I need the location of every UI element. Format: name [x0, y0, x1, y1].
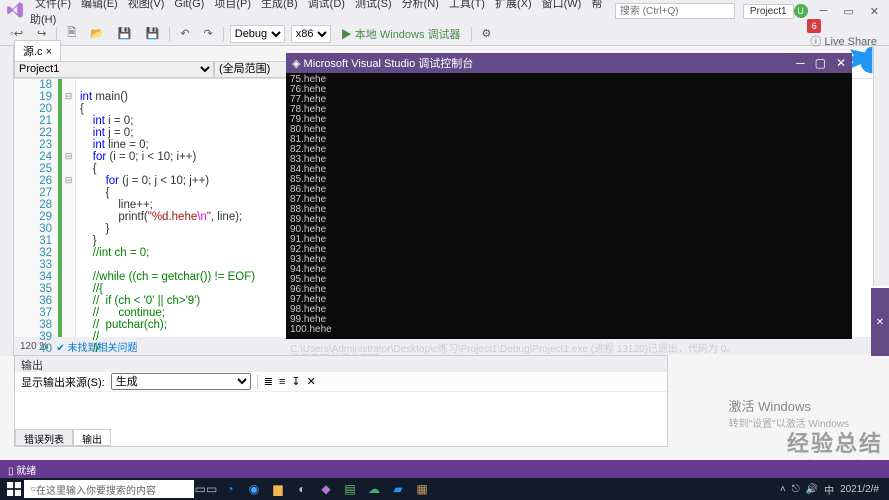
right-collapsed-panel[interactable]: ✕: [871, 288, 889, 356]
nav-project-select[interactable]: Project1: [14, 61, 214, 78]
window-restore-icon[interactable]: ▭: [839, 5, 857, 18]
output-panel-title: 输出: [15, 356, 667, 372]
app-browser-icon[interactable]: ◉: [242, 479, 266, 499]
console-body[interactable]: 75.hehe76.hehe77.hehe78.hehe79.hehe80.he…: [286, 73, 852, 367]
menu-item[interactable]: 调试(D): [303, 0, 350, 10]
vs-logo-icon: [6, 1, 30, 22]
app-notepad-icon[interactable]: ▤: [338, 479, 362, 499]
menu-item[interactable]: 窗口(W): [537, 0, 587, 10]
app-vs-icon[interactable]: ◆: [314, 479, 338, 499]
app-paint-icon[interactable]: ▦: [410, 479, 434, 499]
menu-item[interactable]: Git(G): [169, 0, 209, 10]
menu-item[interactable]: 项目(P): [209, 0, 256, 10]
tray-up-icon[interactable]: ˄: [780, 484, 786, 495]
start-button[interactable]: [4, 479, 24, 499]
save-all-icon[interactable]: 💾: [142, 26, 164, 41]
right-rail[interactable]: [873, 46, 889, 286]
left-rail[interactable]: [0, 46, 14, 356]
console-min-icon[interactable]: ─: [796, 56, 805, 70]
tab-error-list[interactable]: 错误列表: [15, 429, 73, 446]
status-ready: ▯ 就绪: [8, 462, 36, 477]
menu-item[interactable]: 文件(F): [30, 0, 76, 10]
output-tool-icon[interactable]: ≣: [264, 375, 273, 388]
menu-bar: 文件(F)编辑(E)视图(V)Git(G)项目(P)生成(B)调试(D)测试(S…: [0, 0, 889, 22]
menu-item[interactable]: 测试(S): [350, 0, 397, 10]
tray-vol-icon[interactable]: 🔊: [806, 484, 818, 495]
save-icon[interactable]: 💾: [114, 26, 136, 41]
menu-item[interactable]: 扩展(X): [490, 0, 537, 10]
output-tool-icon[interactable]: ≡: [279, 376, 285, 388]
app-folder-icon[interactable]: ▆: [266, 479, 290, 499]
taskbar-search[interactable]: ○ 在这里输入你要搜索的内容: [24, 480, 194, 498]
debug-console-window: ◈ Microsoft Visual Studio 调试控制台 ─ ▢ ✕ 75…: [286, 53, 852, 339]
undo-icon[interactable]: ↶: [176, 26, 193, 41]
avatar[interactable]: U: [794, 4, 808, 18]
output-tool-icon[interactable]: ↧: [291, 375, 300, 388]
tray-date[interactable]: 2021/2/#: [840, 484, 879, 495]
redo-icon[interactable]: ↷: [200, 26, 217, 41]
app-wechat-icon[interactable]: ☁: [362, 479, 386, 499]
app-bird-icon[interactable]: ▰: [386, 479, 410, 499]
tray-ime-icon[interactable]: 中: [824, 482, 834, 497]
notification-badge[interactable]: 6: [807, 19, 821, 33]
project-tag[interactable]: Project1: [743, 4, 794, 19]
activate-windows-watermark: 激活 Windows 转到"设置"以激活 Windows: [729, 396, 849, 430]
misc-tool-icon[interactable]: ⚙: [478, 26, 496, 41]
menu-item[interactable]: 分析(N): [397, 0, 444, 10]
output-source-select[interactable]: 生成: [111, 373, 251, 390]
file-tab[interactable]: 源.c ×: [14, 40, 61, 61]
console-close-icon[interactable]: ✕: [836, 56, 846, 70]
window-minimize-icon[interactable]: ─: [816, 5, 832, 17]
app-chrome-icon[interactable]: ◐: [290, 479, 314, 499]
search-input[interactable]: [615, 3, 735, 19]
console-vs-icon: ◈: [292, 57, 300, 70]
menu-item[interactable]: 编辑(E): [76, 0, 123, 10]
console-title: Microsoft Visual Studio 调试控制台: [304, 55, 474, 71]
status-bar: ▯ 就绪: [0, 460, 889, 478]
tray-wifi-icon[interactable]: ⎋: [792, 484, 800, 495]
menu-item[interactable]: 视图(V): [123, 0, 170, 10]
open-icon[interactable]: 📂: [86, 26, 108, 41]
output-source-label: 显示输出来源(S):: [21, 374, 105, 390]
task-view-icon[interactable]: ▭▭: [194, 479, 218, 499]
app-qq-icon[interactable]: ◔: [218, 479, 242, 499]
output-tool-icon[interactable]: ✕: [307, 375, 316, 388]
menu-item[interactable]: 工具(T): [444, 0, 490, 10]
windows-taskbar: ○ 在这里输入你要搜索的内容 ▭▭ ◔ ◉ ▆ ◐ ◆ ▤ ☁ ▰ ▦ ˄ ⎋ …: [0, 478, 889, 500]
console-max-icon[interactable]: ▢: [815, 56, 826, 70]
window-close-icon[interactable]: ✕: [866, 5, 883, 18]
tab-output[interactable]: 输出: [73, 429, 111, 446]
menu-item[interactable]: 生成(B): [256, 0, 303, 10]
output-panel: 输出 显示输出来源(S): 生成 ≣ ≡ ↧ ✕ 错误列表 输出: [14, 355, 668, 447]
